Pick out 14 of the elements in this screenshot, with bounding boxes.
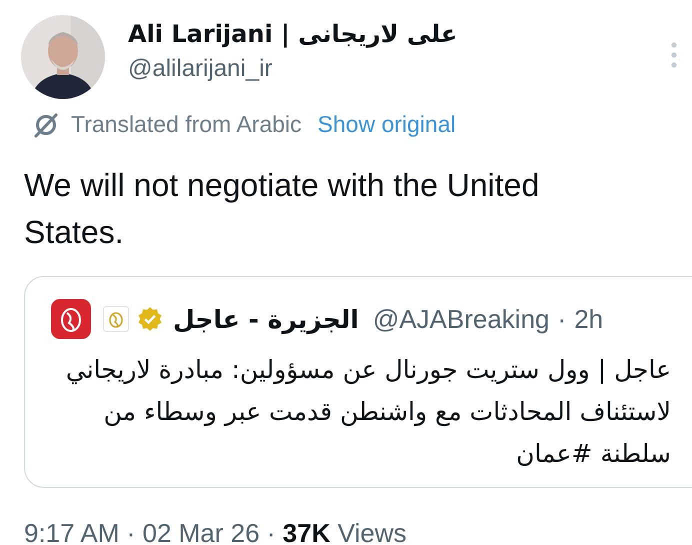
author-name[interactable]: Ali Larijani | علی لاریجانی xyxy=(128,18,458,50)
translation-label: Translated from Arabic xyxy=(71,111,302,138)
logo-icon xyxy=(51,299,91,339)
more-icon[interactable] xyxy=(671,42,677,68)
quoted-author-handle: @AJABreaking xyxy=(372,304,550,334)
quoted-time: 2h xyxy=(574,304,604,334)
quoted-author-name: الجزيرة - عاجل xyxy=(173,304,359,334)
separator-dot: · xyxy=(558,304,566,334)
translate-icon xyxy=(33,112,59,138)
tweet-meta: 9:17 AM · 02 Mar 26 · 37K Views xyxy=(24,518,408,545)
tweet-text: We will not negotiate with the United States. xyxy=(24,166,540,252)
badge-icon xyxy=(103,306,129,332)
author-handle[interactable]: @alilarijani_ir xyxy=(128,54,458,84)
quoted-tweet-text: عاجل | وول ستريت جورنال عن مسؤولين: مبادرة لاريجاني لاستئناف المحادثات مع واشنطن قدمت عبر وسطاء من سلطنة #عمان xyxy=(64,354,671,470)
